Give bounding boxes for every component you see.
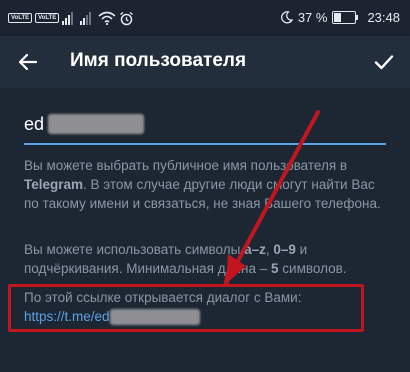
app-bar: Имя пользователя: [0, 36, 410, 88]
back-button[interactable]: [14, 48, 42, 76]
volte-badge-1: VoLTE: [8, 13, 33, 23]
wifi-icon: [98, 11, 116, 25]
checkmark-icon: [374, 55, 394, 70]
redacted-username-blur: [48, 114, 144, 134]
done-button[interactable]: [370, 48, 398, 76]
username-value: ed: [24, 114, 45, 134]
status-left: VoLTE VoLTE: [8, 9, 134, 27]
battery-icon: [332, 11, 359, 24]
volte-label-1: VoLTE: [11, 15, 30, 21]
battery-percent: 37 %: [297, 10, 328, 25]
arrow-left-icon: [18, 53, 38, 71]
brand-name: Telegram: [24, 177, 84, 192]
status-right: 37 % 23:48: [280, 10, 400, 25]
input-underline: [24, 143, 386, 145]
moon-icon: [280, 11, 293, 24]
status-bar: VoLTE VoLTE 37 % 23:48: [0, 0, 410, 36]
alarm-icon: [120, 11, 134, 25]
signal-icon-2: [80, 11, 92, 25]
annotation-highlight-box: [8, 284, 364, 332]
volte-label-2: VoLTE: [38, 15, 57, 21]
clock: 23:48: [367, 10, 400, 25]
page-title: Имя пользователя: [70, 50, 247, 71]
username-input[interactable]: ed: [24, 114, 386, 138]
volte-badge-2: VoLTE: [35, 13, 60, 23]
help-paragraph-1: Вы можете выбрать публичное имя пользова…: [24, 158, 381, 211]
content: ed Вы можете выбрать публичное имя польз…: [0, 88, 410, 372]
screen: VoLTE VoLTE 37 % 23:48 Имя пользователя …: [0, 0, 410, 372]
signal-icon: [62, 11, 74, 25]
help-paragraph-2: Вы можете использовать символы a–z, 0–9 …: [24, 242, 347, 276]
